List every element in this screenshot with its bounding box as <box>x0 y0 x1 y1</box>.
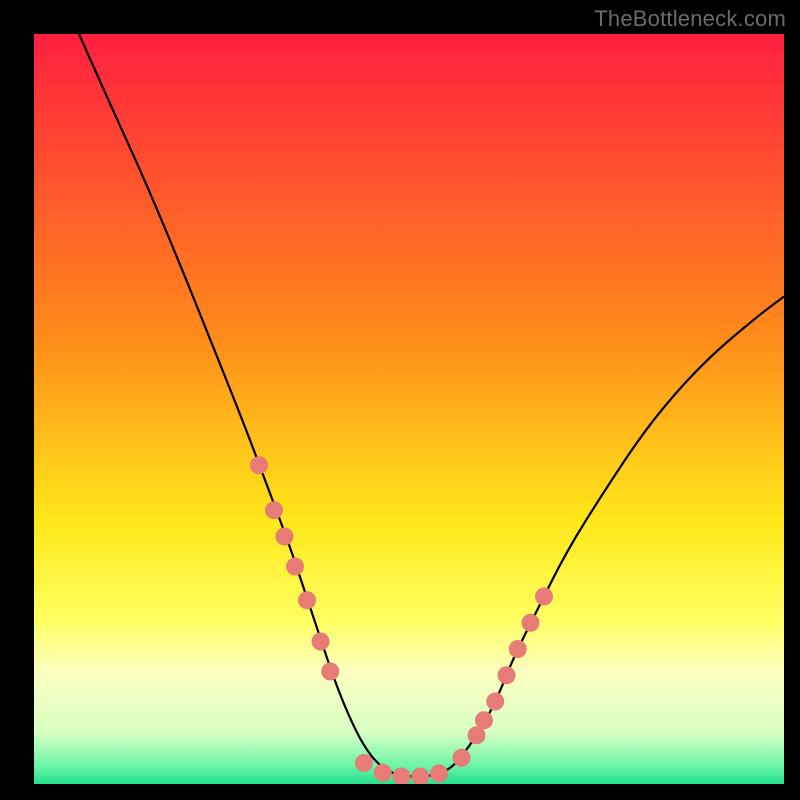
marker-point <box>298 591 316 609</box>
watermark-text: TheBottleneck.com <box>594 6 786 32</box>
marker-point <box>276 528 294 546</box>
marker-point <box>453 749 471 767</box>
marker-point <box>374 764 392 782</box>
chart-svg <box>34 34 784 784</box>
marker-point <box>486 693 504 711</box>
marker-point <box>535 588 553 606</box>
marker-point <box>509 640 527 658</box>
gradient-background <box>34 34 784 784</box>
marker-point <box>498 666 516 684</box>
plot-area <box>34 34 784 784</box>
marker-point <box>312 633 330 651</box>
marker-point <box>250 456 268 474</box>
marker-point <box>286 558 304 576</box>
chart-frame: TheBottleneck.com <box>0 0 800 800</box>
marker-point <box>321 663 339 681</box>
marker-point <box>522 614 540 632</box>
marker-point <box>355 754 373 772</box>
marker-point <box>430 765 448 783</box>
marker-point <box>475 711 493 729</box>
marker-point <box>265 501 283 519</box>
